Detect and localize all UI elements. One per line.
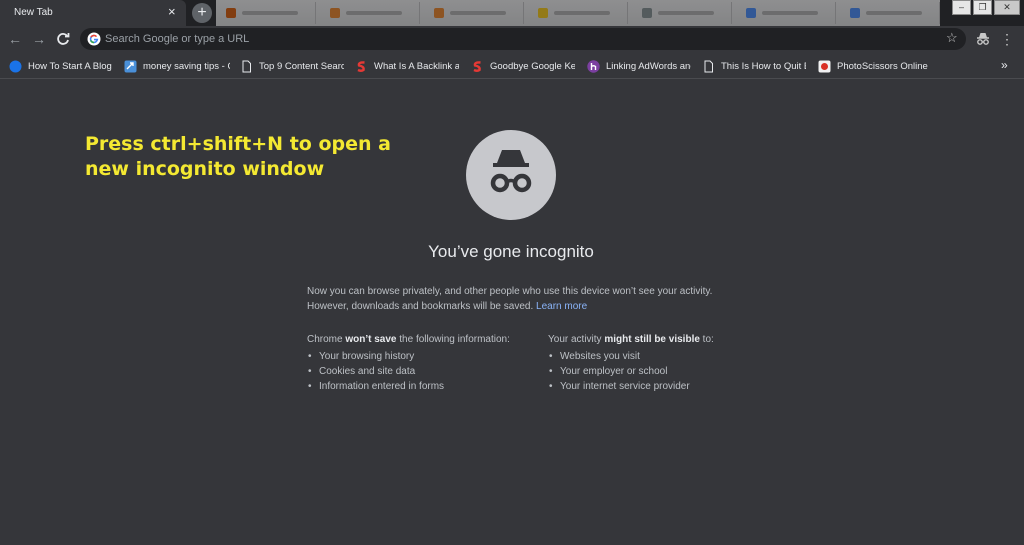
toolbar: ← → Search Google or type a URL ☆ ⋮	[0, 26, 1024, 52]
tab-favicon-icon	[642, 8, 652, 18]
minimize-button[interactable]: –	[952, 0, 971, 15]
reload-icon[interactable]	[54, 30, 72, 48]
tab-favicon-icon	[434, 8, 444, 18]
bookmark-label: This Is How to Quit B	[721, 60, 806, 72]
background-tab[interactable]	[840, 2, 940, 24]
background-tab[interactable]	[424, 2, 524, 24]
share-icon	[124, 60, 137, 72]
section-heading: Chrome won’t save the following informat…	[307, 334, 510, 345]
bookmark-item[interactable]: money saving tips - C	[124, 58, 230, 74]
list-item: Your employer or school	[548, 364, 748, 379]
description-text: Now you can browse privately, and other …	[307, 286, 713, 312]
list-item: Websites you visit	[548, 349, 748, 364]
bookmark-item[interactable]: PhotoScissors Online	[818, 58, 930, 74]
background-tab[interactable]	[320, 2, 420, 24]
tab-strip: New Tab × + – ❐ ✕	[0, 0, 1024, 26]
red-s-icon	[473, 60, 481, 72]
bookmark-item[interactable]: How To Start A Blog	[9, 58, 115, 74]
address-bar[interactable]: Search Google or type a URL	[80, 28, 966, 50]
tab-favicon-icon	[226, 8, 236, 18]
bookmark-label: Goodbye Google Key	[490, 60, 575, 72]
more-bookmarks-icon[interactable]: »	[1001, 58, 1008, 72]
background-tab[interactable]	[216, 2, 316, 24]
list-item: Your internet service provider	[548, 379, 748, 394]
tab-favicon-icon	[850, 8, 860, 18]
bookmark-label: Linking AdWords anc	[606, 60, 691, 72]
bookmark-star-icon[interactable]: ☆	[946, 30, 958, 46]
blue-circle-icon	[9, 60, 22, 72]
page-title: You’ve gone incognito	[428, 242, 594, 261]
bookmark-item[interactable]: Goodbye Google Key	[471, 58, 575, 74]
restore-button[interactable]: ❐	[973, 0, 992, 15]
learn-more-link[interactable]: Learn more	[536, 301, 587, 312]
bookmark-item[interactable]: This Is How to Quit B	[702, 58, 806, 74]
incognito-icon[interactable]	[974, 30, 992, 48]
tab-new-tab[interactable]: New Tab ×	[0, 0, 186, 26]
might-be-visible-list: Websites you visit Your employer or scho…	[548, 349, 748, 394]
bookmark-label: money saving tips - C	[143, 60, 230, 72]
tab-title: New Tab	[14, 7, 53, 18]
background-tab[interactable]	[736, 2, 836, 24]
purple-h-icon	[587, 59, 600, 73]
close-window-button[interactable]: ✕	[994, 0, 1020, 15]
bookmarks-bar: How To Start A Blog money saving tips - …	[0, 52, 1024, 79]
section-heading: Your activity might still be visible to:	[548, 334, 714, 345]
incognito-hero-icon	[466, 130, 556, 220]
wont-save-section: Chrome won’t save the following informat…	[307, 333, 537, 394]
photoscissors-icon	[818, 60, 831, 72]
might-be-visible-section: Your activity might still be visible to:…	[548, 333, 748, 394]
bookmark-label: PhotoScissors Online	[837, 60, 928, 72]
instruction-annotation: Press ctrl+shift+N to open a new incogni…	[85, 133, 391, 180]
list-item: Information entered in forms	[307, 379, 537, 394]
tab-favicon-icon	[538, 8, 548, 18]
bookmark-label: Top 9 Content Searcl	[259, 60, 344, 72]
bookmark-item[interactable]: Top 9 Content Searcl	[240, 58, 344, 74]
page-icon	[704, 60, 713, 72]
list-item: Cookies and site data	[307, 364, 537, 379]
bookmark-item[interactable]: Linking AdWords anc	[587, 58, 691, 74]
background-tab[interactable]	[528, 2, 628, 24]
tab-favicon-icon	[330, 8, 340, 18]
window-controls: – ❐ ✕	[952, 0, 1020, 18]
tab-favicon-icon	[746, 8, 756, 18]
incognito-page: Press ctrl+shift+N to open a new incogni…	[0, 80, 1024, 545]
list-item: Your browsing history	[307, 349, 537, 364]
background-tab[interactable]	[632, 2, 732, 24]
back-arrow-icon[interactable]: ←	[6, 30, 24, 48]
omnibox-placeholder: Search Google or type a URL	[105, 33, 250, 45]
wont-save-list: Your browsing history Cookies and site d…	[307, 349, 537, 394]
bookmark-label: How To Start A Blog	[28, 60, 112, 72]
forward-arrow-icon[interactable]: →	[30, 30, 48, 48]
bookmark-label: What Is A Backlink ar	[374, 60, 459, 72]
red-s-icon	[357, 60, 365, 72]
close-tab-icon[interactable]: ×	[168, 5, 176, 19]
background-tabs	[216, 0, 940, 26]
bookmark-item[interactable]: What Is A Backlink ar	[355, 58, 459, 74]
new-tab-button[interactable]: +	[192, 3, 212, 23]
incognito-description: Now you can browse privately, and other …	[307, 284, 727, 314]
page-icon	[242, 60, 251, 72]
menu-icon[interactable]: ⋮	[1000, 30, 1014, 48]
google-icon	[87, 32, 101, 46]
